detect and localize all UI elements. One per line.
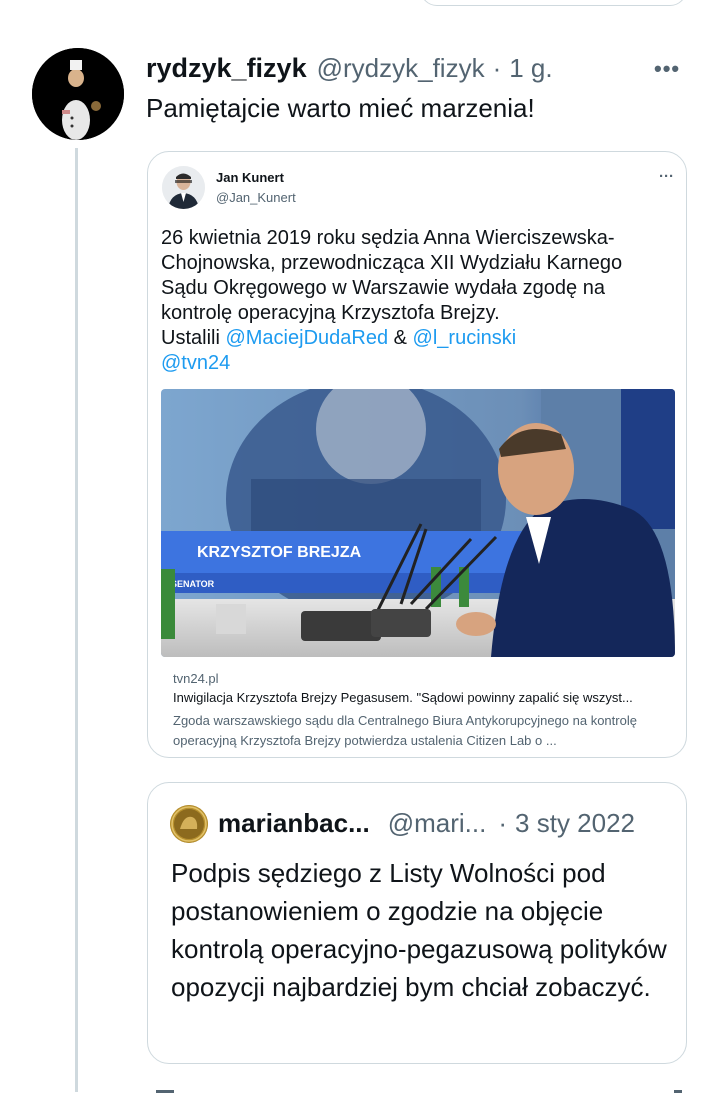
quoted-author-handle[interactable]: @Jan_Kunert [216,190,296,205]
avatar[interactable] [32,48,124,140]
ampersand: & [393,327,407,349]
mention-link[interactable]: @MaciejDudaRed [225,327,388,349]
link-card-title[interactable]: Inwigilacja Krzysztofa Brejzy Pegasusem.… [173,690,673,705]
post-time[interactable]: 1 g. [509,53,552,84]
author-handle[interactable]: @rydzyk_fizyk [317,53,485,84]
quoted-reply-author-handle[interactable]: @mari... [388,808,487,839]
thread-line [75,148,78,1092]
quoted-reply-header: marianbac... @mari... · 3 sty 2022 [218,808,635,839]
more-horizontal-icon[interactable]: ••• [654,56,680,82]
quoted-reply-date[interactable]: 3 sty 2022 [515,808,635,839]
author-name[interactable]: rydzyk_fizyk [146,53,307,84]
quoted-avatar[interactable] [162,166,205,209]
link-card-domain[interactable]: tvn24.pl [173,671,219,686]
quoted-reply-card[interactable]: marianbac... @mari... · 3 sty 2022 Podpi… [147,782,687,1064]
mention-link[interactable]: @tvn24 [161,352,230,374]
post-header: rydzyk_fizyk @rydzyk_fizyk · 1 g. [146,52,553,84]
image-caption-name: KRZYSZTOF BREJZA [197,544,362,561]
link-card-description: Zgoda warszawskiego sądu dla Centralnego… [173,713,637,748]
post-text: Pamiętajcie warto mieć marzenia! [146,93,535,123]
quoted-text-prefix: Ustalili [161,327,220,349]
quoted-tweet-text: 26 kwietnia 2019 roku sędzia Anna Wierci… [161,226,671,376]
quoted-reply-avatar[interactable] [170,805,208,843]
action-bar-partial [146,1085,686,1095]
quoted-tweet-card[interactable]: Jan Kunert @Jan_Kunert ··· 26 kwietnia 2… [147,151,687,758]
previous-item-border [420,0,687,6]
image-caption-role: SENATOR [171,579,215,589]
quoted-reply-author-name[interactable]: marianbac... [218,808,370,839]
quoted-reply-text: Podpis sędziego z Listy Wolności pod pos… [171,858,667,1002]
separator-dot: · [498,808,508,838]
quoted-author-name[interactable]: Jan Kunert [216,170,284,185]
more-horizontal-icon[interactable]: ··· [659,168,674,185]
quoted-text-body: 26 kwietnia 2019 roku sędzia Anna Wierci… [161,227,623,324]
separator-dot: · [492,52,502,83]
mention-link[interactable]: @l_rucinski [413,327,517,349]
article-image[interactable]: KRZYSZTOF BREJZA SENATOR [161,389,675,657]
